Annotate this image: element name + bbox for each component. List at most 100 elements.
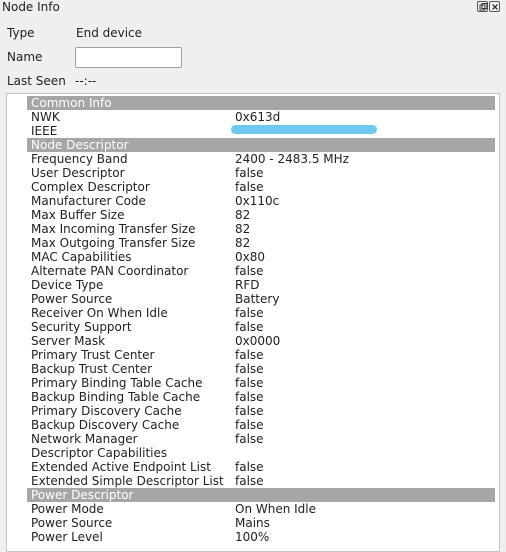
property-value: 0x80: [235, 250, 266, 264]
tree-row[interactable]: Backup Discovery Cache false: [7, 418, 499, 432]
property-value: false: [235, 404, 264, 418]
property-name: Power Source: [31, 516, 113, 530]
property-name: MAC Capabilities: [31, 250, 132, 264]
property-name: Receiver On When Idle: [31, 306, 168, 320]
last-seen-label: Last Seen: [7, 74, 66, 88]
tree-row[interactable]: Manufacturer Code 0x110c: [7, 194, 499, 208]
property-value: 0x0000: [235, 334, 281, 348]
section-header-label: Common Info: [31, 96, 112, 110]
float-panel-icon[interactable]: [477, 1, 488, 12]
tree-row[interactable]: Device Type RFD: [7, 278, 499, 292]
tree-row[interactable]: Primary Binding Table Cache false: [7, 376, 499, 390]
property-value: 100%: [235, 530, 270, 544]
property-name: Primary Discovery Cache: [31, 404, 182, 418]
tree-row[interactable]: Max Outgoing Transfer Size 82: [7, 236, 499, 250]
property-value: 0x110c: [235, 194, 280, 208]
property-name: NWK: [31, 110, 60, 124]
panel-title: Node Info: [2, 0, 60, 14]
property-value: false: [235, 348, 264, 362]
tree-row[interactable]: Receiver On When Idle false: [7, 306, 499, 320]
tree-row[interactable]: Extended Simple Descriptor List false: [7, 474, 499, 488]
tree-row[interactable]: Power Source Battery: [7, 292, 499, 306]
property-name: Power Mode: [31, 502, 104, 516]
property-value: false: [235, 376, 264, 390]
property-name: User Descriptor: [31, 166, 125, 180]
tree-row[interactable]: Frequency Band 2400 - 2483.5 MHz: [7, 152, 499, 166]
property-name: Max Buffer Size: [31, 208, 125, 222]
property-name: Backup Discovery Cache: [31, 418, 180, 432]
last-seen-value: --:--: [75, 74, 97, 88]
tree-row[interactable]: NWK 0x613d: [7, 110, 499, 124]
tree-row[interactable]: Primary Discovery Cache false: [7, 404, 499, 418]
tree-row[interactable]: Security Support false: [7, 320, 499, 334]
property-name: Max Incoming Transfer Size: [31, 222, 196, 236]
property-value: 0x613d: [235, 110, 281, 124]
property-name: Max Outgoing Transfer Size: [31, 236, 196, 250]
name-label: Name: [7, 50, 43, 64]
tree-row[interactable]: Power Mode On When Idle: [7, 502, 499, 516]
close-panel-icon[interactable]: [489, 1, 500, 12]
property-name: Manufacturer Code: [31, 194, 146, 208]
property-value: Battery: [235, 292, 280, 306]
tree-row[interactable]: Descriptor Capabilities: [7, 446, 499, 460]
property-name: Security Support: [31, 320, 132, 334]
property-name: Extended Simple Descriptor List: [31, 474, 224, 488]
property-name: Network Manager: [31, 432, 138, 446]
panel-titlebar[interactable]: Node Info: [0, 0, 506, 16]
tree-row[interactable]: Power Source Mains: [7, 516, 499, 530]
property-name: Primary Trust Center: [31, 348, 155, 362]
property-name: Primary Binding Table Cache: [31, 376, 203, 390]
node-info-tree[interactable]: Common Info NWK 0x613d IEEE Node Descriptor F…: [6, 93, 500, 552]
property-name: Server Mask: [31, 334, 106, 348]
property-value: false: [235, 264, 264, 278]
name-input[interactable]: [75, 47, 182, 68]
section-header[interactable]: Common Info: [27, 96, 495, 110]
property-value: false: [235, 390, 264, 404]
tree-row[interactable]: Network Manager false: [7, 432, 499, 446]
property-name: Alternate PAN Coordinator: [31, 264, 189, 278]
property-value: false: [235, 362, 264, 376]
property-name: Power Source: [31, 292, 113, 306]
tree-row[interactable]: Server Mask 0x0000: [7, 334, 499, 348]
type-value: End device: [76, 26, 143, 40]
section-header-label: Node Descriptor: [31, 138, 129, 152]
ieee-redaction-mark: [231, 125, 377, 134]
tree-row[interactable]: User Descriptor false: [7, 166, 499, 180]
property-value: false: [235, 432, 264, 446]
property-value: false: [235, 180, 264, 194]
section-header-label: Power Descriptor: [31, 488, 134, 502]
property-name: Power Level: [31, 530, 103, 544]
tree-row[interactable]: Primary Trust Center false: [7, 348, 499, 362]
property-value: false: [235, 474, 264, 488]
property-value: 82: [235, 222, 251, 236]
tree-row[interactable]: MAC Capabilities 0x80: [7, 250, 499, 264]
type-label: Type: [7, 26, 35, 40]
property-value: Mains: [235, 516, 270, 530]
property-value: On When Idle: [235, 502, 317, 516]
tree-row[interactable]: Max Buffer Size 82: [7, 208, 499, 222]
tree-row[interactable]: Backup Trust Center false: [7, 362, 499, 376]
tree-row[interactable]: Complex Descriptor false: [7, 180, 499, 194]
property-value: 2400 - 2483.5 MHz: [235, 152, 349, 166]
section-header[interactable]: Power Descriptor: [27, 488, 495, 502]
property-name: Backup Trust Center: [31, 362, 153, 376]
property-value: false: [235, 320, 264, 334]
property-value: 82: [235, 208, 251, 222]
tree-row[interactable]: Backup Binding Table Cache false: [7, 390, 499, 404]
property-name: Descriptor Capabilities: [31, 446, 168, 460]
property-name: Frequency Band: [31, 152, 128, 166]
section-header[interactable]: Node Descriptor: [27, 138, 495, 152]
property-value: false: [235, 166, 264, 180]
tree-row[interactable]: Alternate PAN Coordinator false: [7, 264, 499, 278]
tree-row[interactable]: Max Incoming Transfer Size 82: [7, 222, 499, 236]
node-info-panel: Node Info Type End device Name Last Seen…: [0, 0, 506, 552]
property-name: Backup Binding Table Cache: [31, 390, 201, 404]
property-value: RFD: [235, 278, 260, 292]
property-name: Complex Descriptor: [31, 180, 150, 194]
tree-row[interactable]: Extended Active Endpoint List false: [7, 460, 499, 474]
tree-row[interactable]: Power Level 100%: [7, 530, 499, 544]
property-name: Extended Active Endpoint List: [31, 460, 211, 474]
property-value: false: [235, 306, 264, 320]
property-name: IEEE: [31, 124, 58, 138]
property-value: false: [235, 460, 264, 474]
